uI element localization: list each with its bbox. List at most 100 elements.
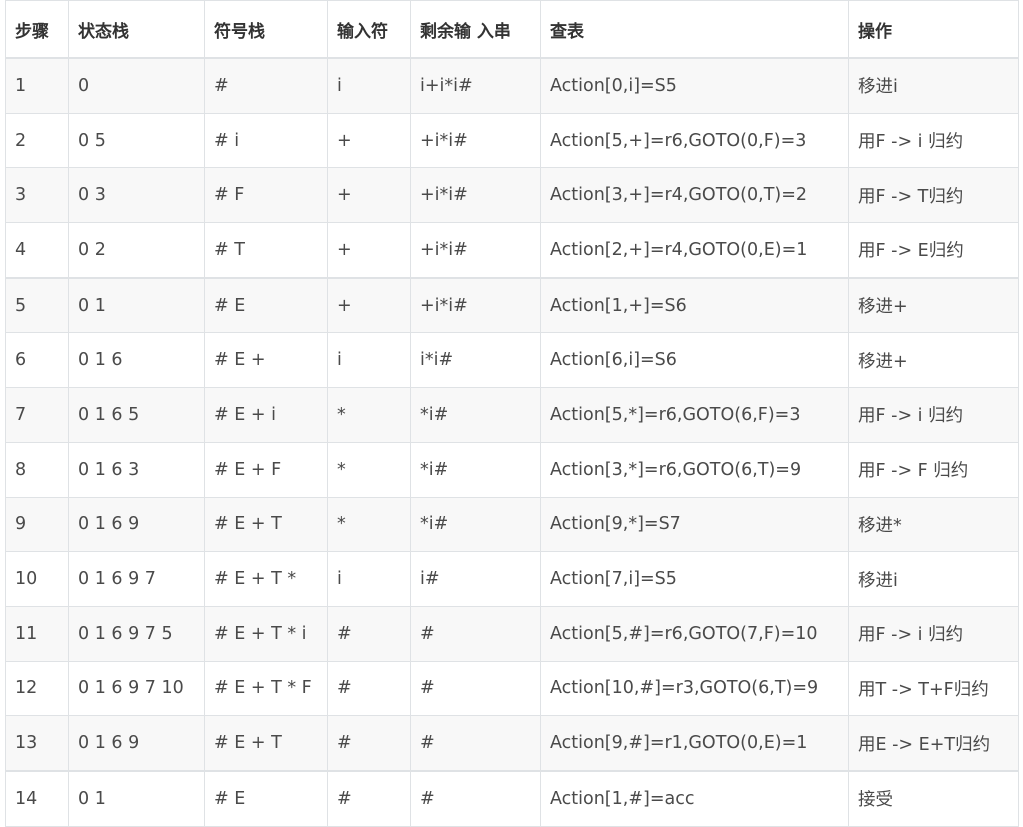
table-row: 50 1 # E + +i*i# Action[1,+]=S6 移进+ <box>5 276 1019 334</box>
cell-remaining-input: +i*i# <box>410 167 541 224</box>
cell-symbol-stack: # E + T * F <box>204 660 328 717</box>
header-row: 步骤 状态栈 符号栈 输入符 剩余输 入串 查表 操作 <box>5 0 1019 59</box>
table-row: 1 0 # i i+i*i# Action[0,i]=S5 移进i <box>5 57 1019 114</box>
header-action: 操作 <box>848 0 1019 59</box>
table-row: 12 0 1 6 9 7 10 # E + T * F # # Action[10,#]=… <box>5 660 1019 717</box>
header-symbol-stack: 符号栈 <box>204 0 328 59</box>
table-row: 40 2 # T + +i*i# Action[2,+]=r4,GOTO(0,E)=1 用… <box>5 222 1019 279</box>
table-row: 13 0 1 6 9 # E + T # # Action[9,#]=r1,GOTO(0,… <box>5 715 1019 772</box>
cell-lookup: Action[6,i]=S6 <box>540 332 849 389</box>
cell-input-symbol: * <box>327 387 411 443</box>
cell-lookup: Action[9,*]=S7 <box>540 496 849 553</box>
cell-remaining-input: *i# <box>410 496 541 553</box>
cell-remaining-input: # <box>410 605 541 662</box>
cell-step: 14 <box>5 769 69 827</box>
cell-lookup: Action[0,i]=S5 <box>540 57 849 114</box>
cell-state-stack: 0 5 <box>68 112 205 169</box>
cell-action: 移进+ <box>848 332 1019 389</box>
parse-table-container: 步骤 状态栈 符号栈 输入符 剩余输 入串 查表 操作 1 0 # i i+i*i# Action[0… <box>5 0 1019 827</box>
cell-lookup: Action[5,+]=r6,GOTO(0,F)=3 <box>540 112 849 169</box>
cell-step: 9 <box>5 496 69 553</box>
cell-input-symbol: i <box>327 332 411 389</box>
cell-step: 6 <box>5 332 69 389</box>
cell-remaining-input: +i*i# <box>410 276 541 334</box>
header-state-stack: 状态栈 <box>68 0 205 59</box>
cell-action: 接受 <box>848 769 1019 827</box>
cell-action: 用F -> F 归约 <box>848 441 1019 498</box>
cell-step: 10 <box>5 551 69 607</box>
cell-state-stack: 0 <box>68 57 205 114</box>
table-row: 60 1 6 # E + i i*i# Action[6,i]=S6 移进+ <box>5 332 1019 389</box>
cell-input-symbol: + <box>327 112 411 169</box>
cell-step: 7 <box>5 387 69 443</box>
cell-state-stack: 0 2 <box>68 222 205 279</box>
cell-state-stack: 0 1 <box>68 276 205 334</box>
cell-lookup: Action[5,#]=r6,GOTO(7,F)=10 <box>540 605 849 662</box>
cell-lookup: Action[7,i]=S5 <box>540 551 849 607</box>
cell-action: 用F -> E归约 <box>848 222 1019 279</box>
cell-lookup: Action[5,*]=r6,GOTO(6,F)=3 <box>540 387 849 443</box>
cell-action: 用F -> T归约 <box>848 167 1019 224</box>
cell-step: 8 <box>5 441 69 498</box>
table-row: 10 0 1 6 9 7 # E + T * i i# Action[7,i]=S5 移进i <box>5 551 1019 607</box>
cell-symbol-stack: # E + <box>204 332 328 389</box>
cell-step: 11 <box>5 605 69 662</box>
table-body: 1 0 # i i+i*i# Action[0,i]=S5 移进i 2 0 5 # i + +i*i#… <box>5 57 1019 827</box>
cell-step: 4 <box>5 222 69 279</box>
cell-remaining-input: # <box>410 769 541 827</box>
table-row: 70 1 6 5 # E + i * *i# Action[5,*]=r6,GOTO(6… <box>5 387 1019 443</box>
cell-lookup: Action[1,#]=acc <box>540 769 849 827</box>
cell-step: 2 <box>5 112 69 169</box>
cell-remaining-input: # <box>410 715 541 772</box>
cell-symbol-stack: # <box>204 57 328 114</box>
cell-action: 移进i <box>848 551 1019 607</box>
cell-symbol-stack: # E <box>204 769 328 827</box>
cell-remaining-input: +i*i# <box>410 112 541 169</box>
cell-state-stack: 0 1 6 9 7 10 <box>68 660 205 717</box>
table-row: 90 1 6 9 # E + T * *i# Action[9,*]=S7 移进* <box>5 496 1019 553</box>
header-remaining-input: 剩余输 入串 <box>410 0 541 59</box>
cell-lookup: Action[9,#]=r1,GOTO(0,E)=1 <box>540 715 849 772</box>
table-row: 14 0 1 # E # # Action[1,#]=acc 接受 <box>5 769 1019 827</box>
cell-input-symbol: i <box>327 57 411 114</box>
cell-state-stack: 0 1 6 9 <box>68 496 205 553</box>
cell-remaining-input: i# <box>410 551 541 607</box>
cell-lookup: Action[1,+]=S6 <box>540 276 849 334</box>
cell-step: 5 <box>5 276 69 334</box>
cell-state-stack: 0 1 6 9 7 <box>68 551 205 607</box>
cell-symbol-stack: # E + T * i <box>204 605 328 662</box>
cell-action: 移进+ <box>848 276 1019 334</box>
cell-input-symbol: i <box>327 551 411 607</box>
cell-input-symbol: + <box>327 222 411 279</box>
cell-symbol-stack: # E <box>204 276 328 334</box>
cell-symbol-stack: # E + i <box>204 387 328 443</box>
cell-input-symbol: * <box>327 441 411 498</box>
cell-state-stack: 0 1 6 9 7 5 <box>68 605 205 662</box>
cell-state-stack: 0 1 6 9 <box>68 715 205 772</box>
cell-symbol-stack: # i <box>204 112 328 169</box>
cell-remaining-input: i+i*i# <box>410 57 541 114</box>
cell-state-stack: 0 1 6 5 <box>68 387 205 443</box>
table-row: 30 3 # F + +i*i# Action[3,+]=r4,GOTO(0,T)=2 用… <box>5 167 1019 224</box>
cell-action: 用F -> i 归约 <box>848 112 1019 169</box>
cell-action: 用T -> T+F归约 <box>848 660 1019 717</box>
cell-lookup: Action[3,*]=r6,GOTO(6,T)=9 <box>540 441 849 498</box>
header-step: 步骤 <box>5 0 69 59</box>
cell-remaining-input: *i# <box>410 387 541 443</box>
table-row: 11 0 1 6 9 7 5 # E + T * i # # Action[5,#]=r6… <box>5 605 1019 662</box>
table-header: 步骤 状态栈 符号栈 输入符 剩余输 入串 查表 操作 <box>5 0 1019 59</box>
cell-symbol-stack: # E + F <box>204 441 328 498</box>
cell-step: 13 <box>5 715 69 772</box>
cell-lookup: Action[2,+]=r4,GOTO(0,E)=1 <box>540 222 849 279</box>
cell-symbol-stack: # E + T * <box>204 551 328 607</box>
cell-state-stack: 0 3 <box>68 167 205 224</box>
cell-step: 3 <box>5 167 69 224</box>
cell-lookup: Action[3,+]=r4,GOTO(0,T)=2 <box>540 167 849 224</box>
table-row: 20 5 # i + +i*i# Action[5,+]=r6,GOTO(0,F)=3 用… <box>5 112 1019 169</box>
cell-symbol-stack: # E + T <box>204 715 328 772</box>
cell-input-symbol: # <box>327 660 411 717</box>
cell-input-symbol: + <box>327 167 411 224</box>
cell-input-symbol: # <box>327 715 411 772</box>
cell-state-stack: 0 1 6 3 <box>68 441 205 498</box>
cell-remaining-input: +i*i# <box>410 222 541 279</box>
